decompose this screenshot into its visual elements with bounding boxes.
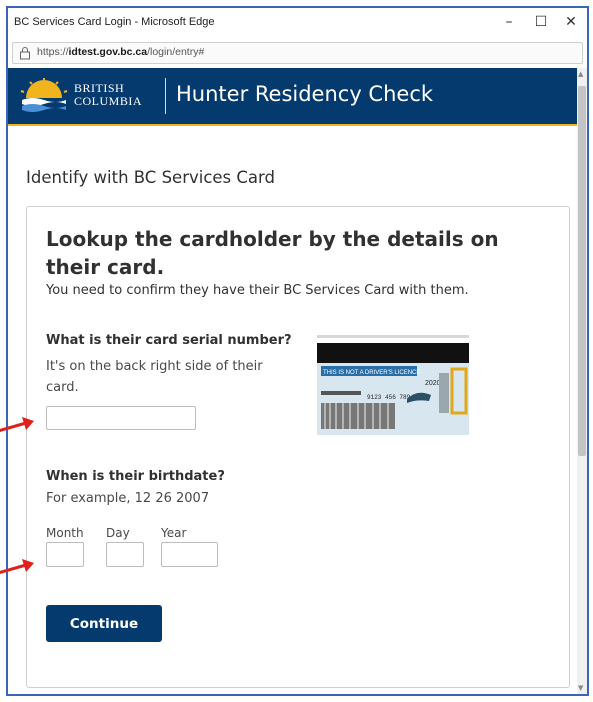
url-text: https://idtest.gov.bc.ca/login/entry# bbox=[37, 46, 204, 58]
header-divider bbox=[165, 78, 166, 114]
url-field[interactable]: https://idtest.gov.bc.ca/login/entry# bbox=[12, 42, 583, 64]
year-input[interactable] bbox=[161, 542, 218, 567]
card-banner-text: THIS IS NOT A DRIVER'S LICENCE bbox=[323, 370, 420, 376]
title-bar: BC Services Card Login - Microsoft Edge … bbox=[8, 8, 587, 38]
bc-sun-logo-icon bbox=[20, 78, 68, 112]
minimize-button[interactable]: – bbox=[495, 11, 523, 33]
bc-services-card-back-icon: THIS IS NOT A DRIVER'S LICENCE 2020 9123… bbox=[317, 329, 469, 437]
serial-hint: It's on the back right side of their car… bbox=[46, 359, 263, 395]
lookup-card: Lookup the cardholder by the details on … bbox=[26, 206, 570, 688]
scroll-down-icon[interactable]: ▼ bbox=[578, 684, 583, 692]
annotation-arrow-icon bbox=[0, 559, 34, 574]
day-input[interactable] bbox=[106, 542, 144, 567]
month-label: Month bbox=[46, 526, 84, 540]
page-heading: Identify with BC Services Card bbox=[26, 168, 275, 187]
url-host: idtest.gov.bc.ca bbox=[68, 46, 148, 58]
page-viewport: BRITISH COLUMBIA Hunter Residency Check … bbox=[8, 68, 577, 694]
month-input[interactable] bbox=[46, 542, 84, 567]
card-year-text: 2020 bbox=[425, 380, 441, 387]
birthdate-question: When is their birthdate? bbox=[46, 469, 225, 484]
close-button[interactable]: ✕ bbox=[557, 11, 585, 33]
app-title: Hunter Residency Check bbox=[176, 82, 434, 106]
browser-window: BC Services Card Login - Microsoft Edge … bbox=[6, 6, 589, 696]
annotation-arrow-icon bbox=[0, 417, 34, 432]
gov-header: BRITISH COLUMBIA Hunter Residency Check bbox=[8, 68, 577, 126]
vertical-scrollbar[interactable]: ▲ ▼ bbox=[577, 68, 587, 694]
day-label: Day bbox=[106, 526, 130, 540]
scroll-up-icon[interactable]: ▲ bbox=[578, 70, 583, 78]
birthdate-hint: For example, 12 26 2007 bbox=[46, 491, 210, 506]
card-number-text: 9123 456 789 bbox=[367, 394, 411, 401]
url-path: /login/entry# bbox=[147, 46, 205, 58]
logo-line-columbia: COLUMBIA bbox=[74, 94, 143, 108]
year-label: Year bbox=[161, 526, 187, 540]
continue-button[interactable]: Continue bbox=[46, 605, 162, 642]
serial-number-input[interactable] bbox=[46, 406, 196, 430]
card-title: Lookup the cardholder by the details on … bbox=[46, 227, 499, 279]
window-title: BC Services Card Login - Microsoft Edge bbox=[14, 16, 215, 28]
scroll-thumb[interactable] bbox=[578, 86, 586, 456]
card-intro: You need to confirm they have their BC S… bbox=[46, 283, 469, 298]
maximize-button[interactable]: ☐ bbox=[527, 11, 555, 33]
url-prefix: https:// bbox=[37, 46, 69, 58]
address-bar: https://idtest.gov.bc.ca/login/entry# bbox=[8, 38, 587, 68]
bc-wordmark: BRITISH COLUMBIA bbox=[74, 82, 142, 108]
serial-question: What is their card serial number? bbox=[46, 333, 292, 348]
lock-icon bbox=[20, 47, 30, 60]
